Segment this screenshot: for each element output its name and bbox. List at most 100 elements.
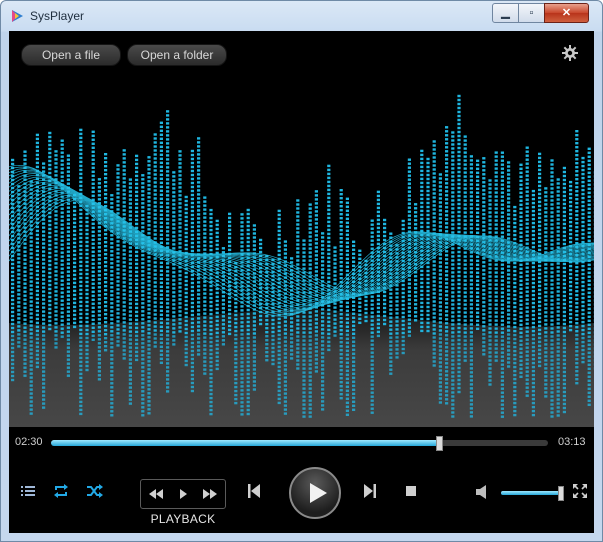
spectrum-bar-segment — [507, 237, 511, 240]
fullscreen-icon[interactable] — [573, 484, 587, 498]
spectrum-bar-segment — [296, 223, 300, 226]
spectrum-bar-segment — [79, 252, 83, 256]
spectrum-bar-segment — [339, 241, 343, 244]
spectrum-bar-segment — [383, 290, 387, 294]
spectrum-bar-segment — [451, 311, 455, 314]
spectrum-bar-segment — [581, 184, 585, 188]
spectrum-bar-segment — [519, 179, 523, 182]
spectrum-bar-segment — [159, 133, 163, 136]
spectrum-bar-segment — [457, 182, 461, 186]
spectrum-bar-segment — [432, 336, 436, 339]
spectrum-bar-segment — [283, 352, 287, 355]
spectrum-bar-segment — [277, 353, 281, 357]
spectrum-bar-segment — [581, 292, 585, 296]
spectrum-bar-segment — [544, 355, 548, 358]
next-track-icon[interactable] — [364, 484, 376, 498]
spectrum-bar-segment — [79, 304, 83, 308]
spectrum-bar-segment — [91, 186, 95, 189]
spectrum-bar-segment — [451, 303, 455, 306]
spectrum-bar-segment — [339, 217, 343, 220]
spectrum-bar-segment — [234, 385, 238, 389]
spectrum-bar-segment — [407, 210, 411, 213]
spectrum-bar-segment — [327, 268, 331, 272]
spectrum-bar-segment — [519, 239, 523, 242]
spectrum-bar-segment — [42, 246, 46, 249]
spectrum-bar-segment — [110, 246, 114, 249]
spectrum-bar-segment — [252, 224, 256, 227]
spectrum-bar-segment — [469, 327, 473, 330]
spectrum-bar-segment — [122, 265, 126, 268]
spectrum-bar-segment — [246, 328, 250, 332]
spectrum-bar-segment — [451, 139, 455, 142]
spectrum-bar-segment — [556, 206, 560, 209]
stop-icon[interactable] — [406, 486, 416, 496]
shuffle-icon[interactable] — [86, 483, 104, 499]
volume-slider[interactable] — [501, 486, 564, 501]
spectrum-bar-segment — [48, 239, 52, 243]
spectrum-bar-segment — [166, 314, 170, 317]
open-folder-button[interactable]: Open a folder — [127, 44, 227, 66]
spectrum-bar-segment — [407, 186, 411, 189]
spectrum-bar-segment — [538, 288, 542, 292]
spectrum-bar-segment — [240, 317, 244, 320]
spectrum-bar-segment — [469, 203, 473, 206]
spectrum-bar-segment — [352, 344, 356, 347]
playlist-icon[interactable] — [21, 485, 35, 497]
gear-icon[interactable] — [562, 45, 578, 61]
spectrum-bar-segment — [488, 207, 492, 210]
spectrum-bar-segment — [60, 247, 64, 250]
spectrum-bar-segment — [42, 238, 46, 241]
spectrum-bar-segment — [358, 317, 362, 320]
spectrum-bar-segment — [135, 334, 139, 338]
spectrum-bar-segment — [488, 311, 492, 314]
volume-icon[interactable] — [476, 485, 488, 499]
spectrum-bar-segment — [296, 359, 300, 362]
spectrum-bar-segment — [308, 347, 312, 350]
spectrum-bar-segment — [569, 324, 573, 328]
spectrum-bar-segment — [66, 330, 70, 333]
spectrum-bar-segment — [469, 231, 473, 234]
play-small-icon[interactable] — [179, 489, 187, 499]
spectrum-bar-segment — [209, 312, 213, 316]
spectrum-bar-segment — [35, 253, 39, 257]
spectrum-bar-segment — [54, 238, 58, 241]
spectrum-bar-segment — [587, 227, 591, 230]
minimize-button[interactable]: ▁ — [492, 3, 519, 23]
spectrum-bar-segment — [172, 303, 176, 306]
spectrum-bar-segment — [104, 285, 108, 288]
close-button[interactable]: ✕ — [544, 3, 589, 23]
spectrum-bar-segment — [587, 319, 591, 322]
spectrum-bar-segment — [153, 189, 157, 192]
spectrum-bar-segment — [414, 219, 418, 222]
spectrum-bar-segment — [172, 287, 176, 290]
spectrum-bar-segment — [550, 347, 554, 350]
spectrum-bar-segment — [488, 187, 492, 190]
play-button[interactable] — [289, 467, 341, 519]
spectrum-bar-segment — [364, 319, 368, 323]
spectrum-bar-segment — [159, 337, 163, 340]
spectrum-bar-segment — [476, 167, 480, 170]
previous-track-icon[interactable] — [248, 484, 260, 498]
spectrum-bar-segment — [327, 336, 331, 340]
fast-forward-icon[interactable] — [203, 489, 217, 499]
maximize-button[interactable]: ▫ — [518, 3, 545, 23]
seek-bar[interactable] — [51, 436, 548, 451]
spectrum-bar-segment — [184, 363, 188, 367]
spectrum-bar-segment — [122, 257, 126, 260]
spectrum-bar-segment — [153, 301, 157, 304]
spectrum-bar-segment — [302, 251, 306, 254]
spectrum-bar-segment — [172, 175, 176, 178]
spectrum-bar-segment — [277, 361, 281, 365]
spectrum-bar-segment — [314, 354, 318, 357]
spectrum-bar-segment — [525, 238, 529, 241]
rewind-icon[interactable] — [149, 489, 163, 499]
open-file-button[interactable]: Open a file — [21, 44, 121, 66]
repeat-icon[interactable] — [53, 483, 69, 499]
spectrum-bar-segment — [389, 340, 393, 343]
spectrum-bar-segment — [203, 320, 207, 323]
title-bar[interactable]: SysPlayer ▁ ▫ ✕ — [1, 1, 602, 31]
spectrum-bar-segment — [209, 412, 213, 416]
spectrum-bar-segment — [308, 251, 312, 254]
volume-thumb[interactable] — [558, 486, 564, 501]
seek-thumb[interactable] — [436, 436, 443, 451]
